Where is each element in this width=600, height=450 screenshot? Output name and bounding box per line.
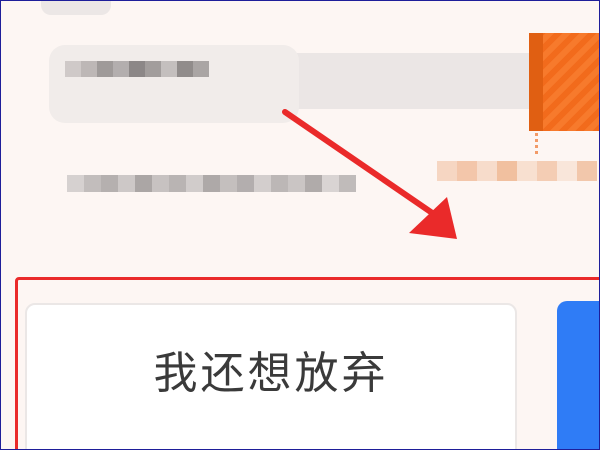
give-up-button[interactable]: 我还想放弃	[25, 303, 517, 449]
primary-confirm-button[interactable]	[557, 301, 599, 449]
dotted-connector	[535, 133, 538, 157]
blurred-card	[49, 45, 299, 123]
blurred-highlight-text	[437, 161, 597, 181]
give-up-button-label: 我还想放弃	[153, 348, 389, 399]
screenshot-frame: 我还想放弃	[0, 0, 600, 450]
orange-button-edge	[529, 33, 543, 131]
blurred-content-top	[41, 1, 111, 15]
blurred-text-row-2	[67, 175, 356, 192]
blurred-text-row-1	[65, 61, 209, 77]
